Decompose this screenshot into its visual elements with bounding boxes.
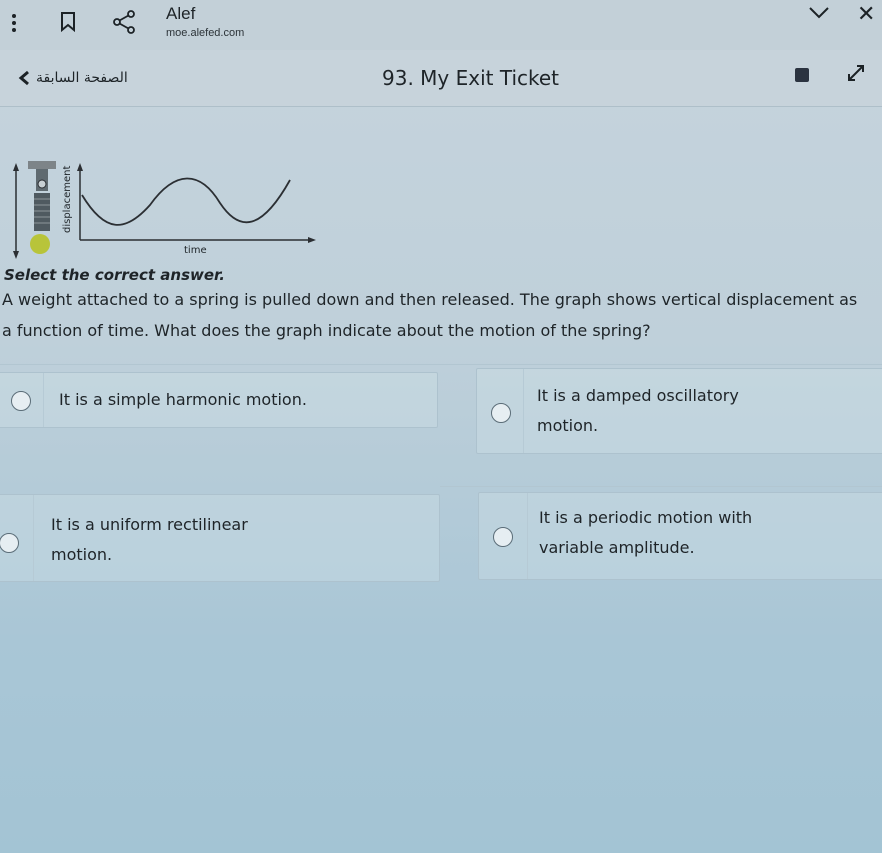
answer-option[interactable]: It is a simple harmonic motion.	[0, 372, 438, 428]
app-bar: Alef moe.alefed.com ✕	[0, 0, 882, 51]
spring-illustration	[13, 161, 56, 259]
option-separator	[523, 369, 524, 453]
answer-option[interactable]: It is a periodic motion with variable am…	[478, 492, 882, 580]
close-icon[interactable]: ✕	[857, 2, 875, 27]
expand-icon[interactable]	[845, 62, 867, 84]
answer-option[interactable]: It is a uniform rectilinear motion.	[0, 494, 440, 582]
bookmark-icon[interactable]	[60, 12, 76, 32]
divider	[0, 364, 882, 365]
answer-option[interactable]: It is a damped oscillatory motion.	[476, 368, 882, 454]
radio-button[interactable]	[493, 527, 513, 547]
tool-icon[interactable]	[795, 68, 809, 82]
chevron-left-icon	[18, 70, 29, 86]
option-separator	[33, 495, 34, 581]
x-axis-label: time	[184, 245, 207, 256]
y-axis-label: displacement	[62, 166, 73, 233]
divider	[440, 486, 882, 487]
option-text: It is a simple harmonic motion.	[59, 390, 307, 409]
option-separator	[43, 373, 44, 427]
previous-page-button[interactable]: الصفحة السابقة	[18, 70, 128, 86]
radio-button[interactable]	[491, 403, 511, 423]
option-text: It is a periodic motion with variable am…	[539, 508, 753, 557]
share-icon[interactable]	[112, 10, 136, 34]
option-text: It is a damped oscillatory motion.	[537, 386, 739, 435]
chevron-down-icon[interactable]	[808, 6, 830, 20]
page-title: 93. My Exit Ticket	[382, 66, 560, 90]
kebab-menu-icon[interactable]	[12, 14, 18, 35]
radio-button[interactable]	[0, 533, 19, 553]
question-text: A weight attached to a spring is pulled …	[2, 290, 858, 340]
app-title: Alef	[166, 4, 196, 23]
option-text: It is a uniform rectilinear motion.	[51, 515, 248, 564]
app-url: moe.alefed.com	[166, 27, 245, 39]
previous-page-label: الصفحة السابقة	[36, 70, 128, 86]
radio-button[interactable]	[11, 391, 31, 411]
question-instruction: Select the correct answer.	[4, 266, 225, 284]
displacement-curve	[81, 177, 291, 226]
option-separator	[527, 493, 528, 579]
spring-graph-figure: displacement time	[13, 161, 316, 259]
